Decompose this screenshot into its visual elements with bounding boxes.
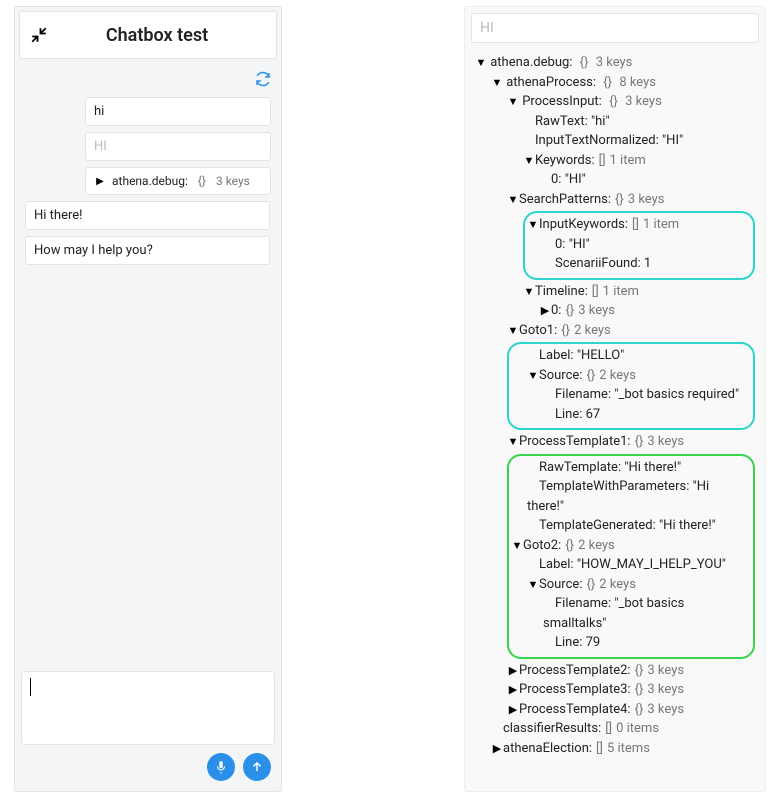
chat-input-area <box>15 665 281 791</box>
chevron-right-icon: ▶ <box>539 303 551 320</box>
tree-leaf: Filename: "_bot basics smalltalks" <box>543 594 747 633</box>
chevron-down-icon: ▼ <box>523 153 535 170</box>
bot-reply: Hi there! <box>25 201 270 230</box>
bot-reply: How may I help you? <box>25 236 270 265</box>
tree-node[interactable]: ▼Keywords:[]1 item <box>523 151 755 171</box>
tree-node[interactable]: ▶ProcessTemplate3:{}3 keys <box>507 680 755 700</box>
chat-title: Chatbox test <box>48 25 266 46</box>
send-button[interactable] <box>243 753 271 781</box>
chevron-right-icon: ▶ <box>507 682 519 699</box>
chevron-down-icon: ▼ <box>527 577 539 594</box>
mic-button[interactable] <box>207 753 235 781</box>
debug-tree: ▼ athena.debug: {} 3 keys ▼ athenaProces… <box>471 53 759 758</box>
tree-leaf: Label: "HOW_MAY_I_HELP_YOU" <box>527 555 747 575</box>
tree-leaf: 0: "HI" <box>539 170 755 190</box>
chevron-down-icon: ▼ <box>491 75 503 92</box>
tree-node[interactable]: ▼ athenaProcess: {} 8 keys <box>491 73 755 93</box>
chevron-down-icon: ▼ <box>507 323 519 340</box>
tree-leaf: RawText: "hi" <box>523 112 755 132</box>
collapse-icon[interactable] <box>30 26 48 44</box>
chat-body: hi HI ▶ athena.debug: {} 3 keys Hi there… <box>15 63 281 665</box>
chat-input[interactable] <box>21 671 275 745</box>
tree-node[interactable]: ▼Timeline:[]1 item <box>523 282 755 302</box>
tree-leaf: Line: 67 <box>543 405 747 425</box>
tree-node[interactable]: ▶ProcessTemplate4:{}3 keys <box>507 700 755 720</box>
tree-node[interactable]: ▼Source:{}2 keys <box>527 366 747 386</box>
tree-leaf: TemplateWithParameters: "Hi there!" <box>527 477 747 516</box>
debug-panel: HI ▼ athena.debug: {} 3 keys ▼ athenaPro… <box>464 6 766 792</box>
tree-leaf: RawTemplate: "Hi there!" <box>527 458 747 478</box>
chevron-right-icon: ▶ <box>94 176 106 187</box>
chevron-right-icon: ▶ <box>491 741 503 758</box>
tree-node[interactable]: ▼Goto1:{}2 keys <box>507 321 755 341</box>
refresh-icon[interactable] <box>255 71 271 91</box>
chatbox-panel: Chatbox test hi HI ▶ athena.debug: {} 3 … <box>14 6 282 792</box>
tree-node[interactable]: ▼ ProcessInput: {} 3 keys <box>507 92 755 112</box>
text-caret <box>30 678 31 696</box>
braces-icon: {} <box>194 174 210 188</box>
tree-leaf: 0: "HI" <box>543 235 747 255</box>
chevron-right-icon: ▶ <box>507 702 519 719</box>
debug-summary-row[interactable]: ▶ athena.debug: {} 3 keys <box>85 167 271 195</box>
tree-node[interactable]: ▼InputKeywords:[]1 item <box>527 215 747 235</box>
tree-leaf: Label: "HELLO" <box>527 346 747 366</box>
highlight-box-green: RawTemplate: "Hi there!" TemplateWithPar… <box>507 454 755 659</box>
chevron-down-icon: ▼ <box>511 538 523 555</box>
tree-leaf: ScenariiFound: 1 <box>543 254 747 274</box>
chevron-right-icon: ▶ <box>507 663 519 680</box>
tree-node[interactable]: ▶athenaElection:[]5 items <box>491 739 755 759</box>
tree-node[interactable]: ▶0:{}3 keys <box>539 301 755 321</box>
chevron-down-icon: ▼ <box>507 434 519 451</box>
chat-header: Chatbox test <box>19 11 277 59</box>
tree-leaf: TemplateGenerated: "Hi there!" <box>527 516 747 536</box>
chevron-down-icon: ▼ <box>475 55 487 72</box>
chevron-down-icon: ▼ <box>527 368 539 385</box>
chevron-down-icon: ▼ <box>523 284 535 301</box>
chevron-down-icon: ▼ <box>507 192 519 209</box>
tree-node[interactable]: ▼Goto2:{}2 keys <box>511 536 747 556</box>
tree-node[interactable]: ▶ProcessTemplate2:{}3 keys <box>507 661 755 681</box>
highlight-box-teal: ▼InputKeywords:[]1 item 0: "HI" Scenarii… <box>523 211 755 280</box>
debug-summary-meta: 3 keys <box>216 174 250 188</box>
tree-node[interactable]: ▼ProcessTemplate1:{}3 keys <box>507 432 755 452</box>
user-message-normalized: HI <box>85 132 271 161</box>
tree-leaf: classifierResults:[]0 items <box>491 719 755 739</box>
chevron-down-icon: ▼ <box>507 94 519 111</box>
tree-node[interactable]: ▼SearchPatterns:{}3 keys <box>507 190 755 210</box>
tree-node[interactable]: ▼Source:{}2 keys <box>527 575 747 595</box>
tree-leaf: Line: 79 <box>543 633 747 653</box>
tree-leaf: Filename: "_bot basics required" <box>543 385 747 405</box>
highlight-box-teal: Label: "HELLO" ▼Source:{}2 keys Filename… <box>507 342 755 430</box>
debug-summary-key: athena.debug: <box>112 174 188 188</box>
tree-node-root[interactable]: ▼ athena.debug: {} 3 keys <box>475 53 755 73</box>
tree-leaf: InputTextNormalized: "HI" <box>523 131 755 151</box>
chevron-down-icon: ▼ <box>527 217 539 234</box>
user-message-group: hi HI ▶ athena.debug: {} 3 keys <box>85 97 271 195</box>
debug-input[interactable]: HI <box>471 13 759 43</box>
user-message: hi <box>85 97 271 126</box>
